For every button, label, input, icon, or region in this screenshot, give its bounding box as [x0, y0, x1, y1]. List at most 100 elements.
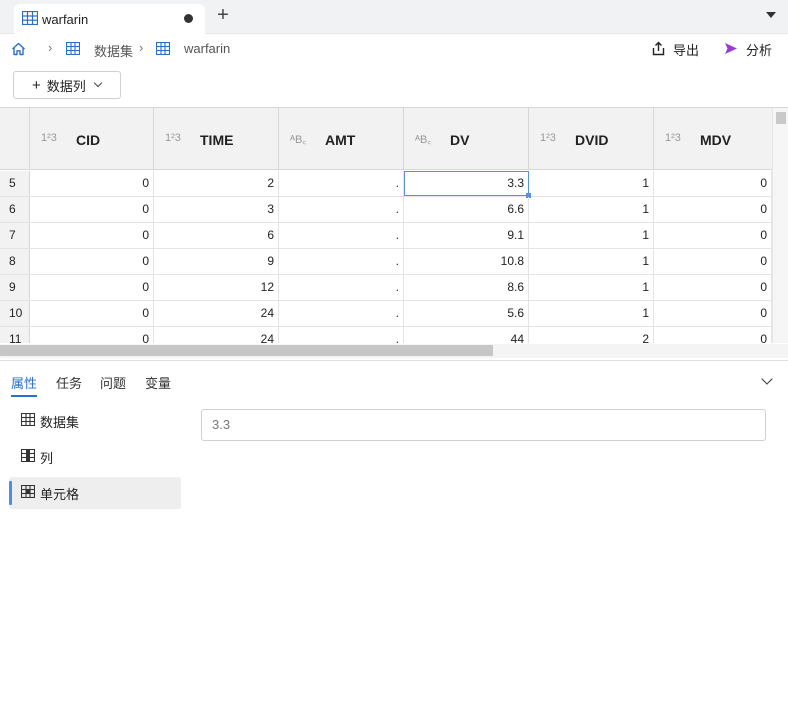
table-cell[interactable]: 6 [154, 223, 279, 248]
tab-properties[interactable]: 属性 [11, 373, 37, 392]
table-cell[interactable]: 0 [30, 327, 154, 343]
column-header[interactable]: 1²3 DVID [529, 108, 654, 169]
chevron-down-icon[interactable] [766, 12, 776, 18]
table-cell[interactable]: 0 [30, 301, 154, 326]
selected-cell[interactable]: 3.3 [404, 171, 531, 198]
table-cell[interactable]: 0 [30, 223, 154, 248]
table-cell[interactable]: 1 [529, 197, 654, 222]
tab-title: warfarin [42, 11, 89, 27]
plus-icon: + [32, 76, 41, 94]
table-cell[interactable]: 0 [30, 197, 154, 222]
grid-corner[interactable] [0, 108, 30, 169]
grid-header: 1²3 CID 1²3 TIME ᴬB꜀ AMT ᴬB꜀ DV 1²3 DVID… [0, 108, 772, 170]
breadcrumb-table[interactable]: warfarin [184, 41, 230, 56]
table-cell[interactable]: 24 [154, 327, 279, 343]
nav-item-column[interactable]: 列 [9, 441, 181, 473]
table-cell[interactable]: 8.6 [404, 275, 529, 300]
row-number[interactable]: 10 [0, 301, 30, 326]
table-cell[interactable]: 1 [529, 301, 654, 326]
tab-variables[interactable]: 变量 [145, 373, 171, 392]
table-cell[interactable]: . [279, 171, 404, 196]
table-cell[interactable]: 5.6 [404, 301, 529, 326]
table-row: 6 0 3. 6.6 1 0 [0, 197, 772, 223]
tab-issues[interactable]: 问题 [100, 373, 126, 392]
table-cell[interactable]: 0 [654, 301, 772, 326]
column-icon [20, 448, 36, 465]
table-row: 5 0 2. 3.3 1 0 [0, 171, 772, 198]
table-cell[interactable]: 0 [654, 275, 772, 300]
row-number[interactable]: 5 [0, 171, 30, 196]
row-number[interactable]: 8 [0, 249, 30, 274]
home-icon[interactable] [11, 42, 26, 59]
add-tab-button[interactable]: + [214, 5, 232, 26]
text-type-icon: ᴬB꜀ [415, 134, 432, 146]
unsaved-dot-icon[interactable] [184, 14, 193, 23]
nav-item-cell[interactable]: 单元格 [9, 477, 181, 509]
collapse-chevron-icon[interactable] [761, 373, 773, 385]
table-cell[interactable]: . [279, 327, 404, 343]
row-number[interactable]: 6 [0, 197, 30, 222]
table-row: 7 0 6. 9.1 1 0 [0, 223, 772, 249]
breadcrumb-dataset[interactable]: 数据集 [94, 41, 133, 60]
table-cell[interactable]: 1 [529, 249, 654, 274]
column-header[interactable]: 1²3 TIME [154, 108, 279, 169]
table-cell[interactable]: 2 [154, 171, 279, 196]
tab-warfarin[interactable]: warfarin [14, 4, 205, 34]
table-cell[interactable]: 0 [654, 223, 772, 248]
horizontal-scrollbar[interactable] [0, 344, 788, 358]
column-header[interactable]: ᴬB꜀ AMT [279, 108, 404, 169]
table-cell[interactable]: 24 [154, 301, 279, 326]
vertical-scrollbar[interactable] [772, 108, 788, 343]
table-cell[interactable]: 1 [529, 171, 654, 196]
table-icon [65, 41, 81, 58]
table-icon [155, 41, 171, 58]
table-cell[interactable]: 0 [654, 327, 772, 343]
table-cell[interactable]: 0 [30, 275, 154, 300]
add-column-button[interactable]: + 数据列 [13, 71, 121, 99]
table-cell[interactable]: 1 [529, 223, 654, 248]
table-cell[interactable]: 10.8 [404, 249, 529, 274]
breadcrumb-separator: › [139, 40, 144, 55]
table-cell[interactable]: 9.1 [404, 223, 529, 248]
table-cell[interactable]: . [279, 223, 404, 248]
numeric-type-icon: 1²3 [165, 132, 181, 144]
column-header[interactable]: ᴬB꜀ DV [404, 108, 529, 169]
table-cell[interactable]: 0 [654, 249, 772, 274]
horizontal-scrollbar-thumb[interactable] [0, 345, 493, 356]
column-header[interactable]: 1²3 CID [30, 108, 154, 169]
table-cell[interactable]: 3 [154, 197, 279, 222]
table-cell[interactable]: 6.6 [404, 197, 529, 222]
table-cell[interactable]: 0 [654, 171, 772, 196]
table-icon [20, 412, 36, 429]
column-header[interactable]: 1²3 MDV [654, 108, 772, 169]
table-cell[interactable]: 0 [654, 197, 772, 222]
table-cell[interactable]: 12 [154, 275, 279, 300]
row-number[interactable]: 11 [0, 327, 30, 343]
tab-tasks[interactable]: 任务 [56, 373, 82, 392]
table-row: 10 0 24. 5.6 1 0 [0, 301, 772, 327]
cell-icon [20, 484, 36, 501]
table-cell[interactable]: 9 [154, 249, 279, 274]
table-cell[interactable]: 0 [30, 171, 154, 196]
table-cell[interactable]: . [279, 197, 404, 222]
vertical-scrollbar-thumb[interactable] [776, 112, 786, 124]
nav-item-dataset[interactable]: 数据集 [9, 405, 181, 437]
row-number[interactable]: 7 [0, 223, 30, 248]
table-cell[interactable]: . [279, 275, 404, 300]
numeric-type-icon: 1²3 [665, 132, 681, 144]
cell-value-field[interactable]: 3.3 [201, 409, 766, 441]
table-row: 8 0 9. 10.8 1 0 [0, 249, 772, 275]
table-cell[interactable]: 1 [529, 275, 654, 300]
column-name: TIME [200, 132, 234, 148]
table-cell[interactable]: 0 [30, 249, 154, 274]
analyze-button[interactable]: 分析 [724, 40, 772, 59]
column-name: MDV [700, 132, 732, 148]
chevron-down-icon [93, 78, 103, 88]
table-cell[interactable]: . [279, 249, 404, 274]
table-cell[interactable]: 44 [404, 327, 529, 343]
properties-panel: 属性 任务 问题 变量 数据集 列 单元格 3.3 [0, 360, 788, 709]
export-button[interactable]: 导出 [652, 40, 699, 59]
table-cell[interactable]: . [279, 301, 404, 326]
table-cell[interactable]: 2 [529, 327, 654, 343]
row-number[interactable]: 9 [0, 275, 30, 300]
